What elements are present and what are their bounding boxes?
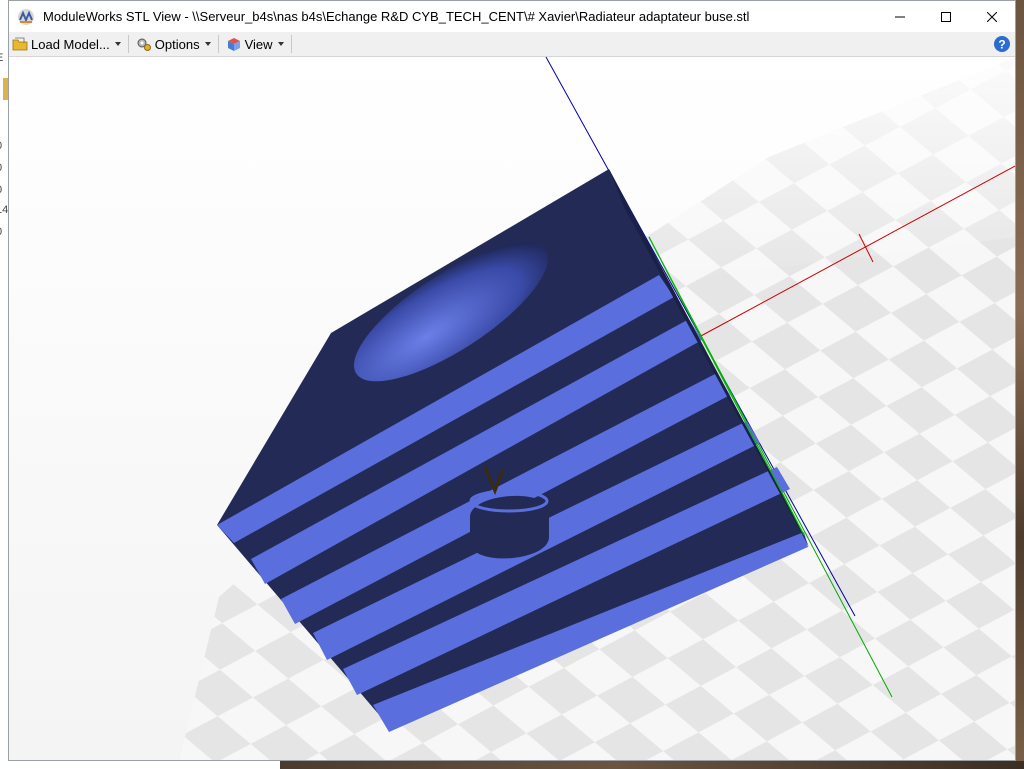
desktop-fragment-text: 0 (0, 184, 2, 196)
svg-text:?: ? (998, 38, 1005, 52)
load-model-label: Load Model... (31, 36, 110, 52)
options-button[interactable]: Options (133, 33, 214, 55)
stl-view-window: ModuleWorks STL View - \\Serveur_b4s\nas… (8, 0, 1016, 761)
window-title: ModuleWorks STL View - \\Serveur_b4s\nas… (43, 9, 750, 24)
model-nozzle (470, 495, 549, 559)
desktop-fragment-text: 0 (0, 226, 2, 238)
maximize-button[interactable] (923, 1, 969, 32)
title-bar[interactable]: ModuleWorks STL View - \\Serveur_b4s\nas… (9, 1, 1015, 32)
view-label: View (244, 36, 273, 52)
chevron-down-icon (114, 42, 121, 46)
minimize-button[interactable] (877, 1, 923, 32)
toolbar-separator (127, 35, 129, 53)
desktop-fragment-text: 0 (0, 162, 2, 174)
chevron-down-icon (204, 42, 211, 46)
cube-view-icon (227, 38, 240, 51)
toolbar-separator (217, 35, 219, 53)
chevron-down-icon (277, 42, 284, 46)
desktop-fragment-text: E (0, 52, 3, 64)
minimize-icon (895, 16, 905, 17)
close-button[interactable] (969, 1, 1015, 32)
options-label: Options (154, 36, 200, 52)
desktop-right-edge (1016, 0, 1024, 769)
desktop-bottom-edge (0, 761, 1024, 769)
desktop-fragment-text: 0 (0, 140, 2, 152)
moduleworks-logo-icon (18, 8, 34, 25)
desktop-left-edge: E 0 0 0 14 0 (0, 0, 8, 769)
toolbar-separator (290, 35, 292, 53)
open-folder-icon (12, 37, 28, 51)
gears-icon (137, 38, 151, 51)
load-model-button[interactable]: Load Model... (9, 33, 124, 55)
view-button[interactable]: View (223, 33, 287, 55)
3d-viewport[interactable] (9, 57, 1016, 761)
toolbar: Load Model... Options View ? (9, 32, 1015, 57)
close-icon (987, 11, 997, 22)
maximize-icon (941, 11, 951, 22)
desktop-fragment-text: 14 (0, 204, 9, 216)
help-icon[interactable]: ? (993, 35, 1011, 53)
